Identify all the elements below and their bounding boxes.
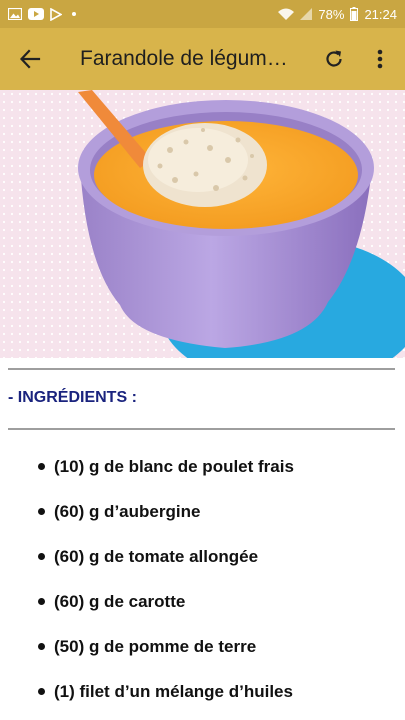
refresh-button[interactable] bbox=[318, 42, 350, 76]
battery-icon bbox=[350, 7, 359, 21]
list-item: (60) g d’aubergine bbox=[0, 489, 405, 534]
play-store-icon bbox=[50, 7, 62, 21]
image-icon bbox=[8, 8, 22, 20]
list-item: (10) g de blanc de poulet frais bbox=[0, 444, 405, 489]
section-divider-bottom bbox=[8, 428, 395, 430]
list-item: (50) g de pomme de terre bbox=[0, 624, 405, 669]
recipe-photo bbox=[0, 90, 405, 358]
list-item: (1) filet d’un mélange d’huiles bbox=[0, 669, 405, 714]
more-options-button[interactable] bbox=[366, 42, 394, 76]
status-bar: 78% 21:24 bbox=[0, 0, 405, 28]
ingredients-heading: - INGRÉDIENTS : bbox=[8, 389, 137, 406]
section-divider-top bbox=[8, 368, 395, 370]
battery-percent: 78% bbox=[318, 6, 345, 22]
app-toolbar: Farandole de légum… bbox=[0, 28, 405, 90]
list-item: (60) g de tomate allongée bbox=[0, 534, 405, 579]
arrow-left-icon bbox=[19, 49, 41, 69]
wifi-icon bbox=[278, 8, 295, 20]
more-vert-icon bbox=[377, 49, 383, 69]
youtube-icon bbox=[28, 8, 44, 20]
back-button[interactable] bbox=[0, 28, 60, 90]
refresh-icon bbox=[326, 50, 342, 67]
signal-icon bbox=[300, 8, 313, 20]
list-item: (60) g de carotte bbox=[0, 579, 405, 624]
notification-dot bbox=[72, 12, 76, 16]
status-right: 78% 21:24 bbox=[278, 7, 397, 22]
page-title: Farandole de légum… bbox=[80, 47, 288, 70]
ingredient-list: (10) g de blanc de poulet frais (60) g d… bbox=[0, 444, 405, 714]
status-left bbox=[8, 7, 76, 21]
clock: 21:24 bbox=[364, 6, 397, 22]
